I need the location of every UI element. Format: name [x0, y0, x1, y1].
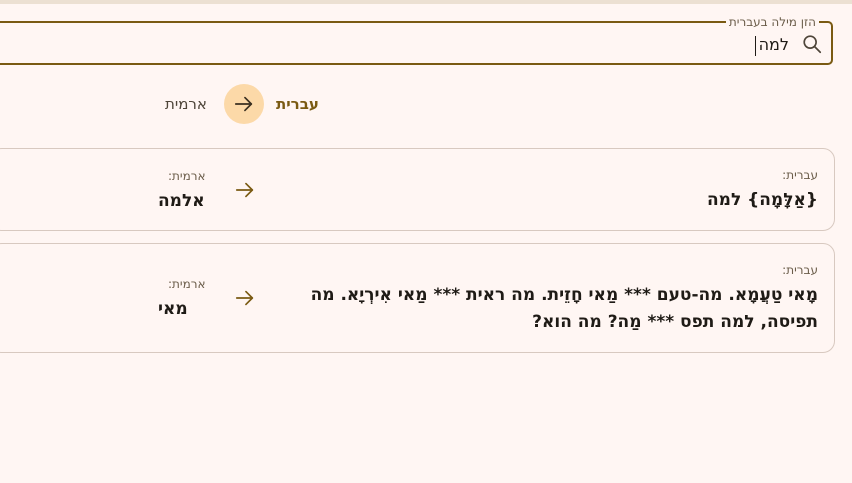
arrow-right-icon	[235, 182, 254, 198]
target-label: ארמית:	[168, 277, 206, 291]
source-text: {אַלָּמָה} למה	[706, 190, 818, 210]
target-text: מאי	[158, 299, 188, 319]
swap-languages-button[interactable]	[224, 84, 264, 124]
source-label: עברית:	[782, 263, 818, 277]
arrow-right-icon	[234, 96, 253, 112]
top-bar	[0, 0, 852, 4]
source-text: מָאי טַעֲמָא. מה-טעם *** מַאי חָזֵית. מה…	[310, 285, 818, 332]
text-caret	[755, 36, 756, 56]
search-input[interactable]: למה	[759, 34, 789, 56]
arrow-right-icon	[235, 290, 254, 306]
result-card[interactable]: עברית: {אַלָּמָה} למה ארמית: אלמה	[0, 148, 835, 231]
source-label: עברית:	[782, 168, 818, 182]
search-legend: הזן מילה בעברית	[725, 14, 819, 30]
result-card[interactable]: עברית: מָאי טַעֲמָא. מה-טעם *** מַאי חָז…	[0, 243, 835, 353]
target-label: ארמית:	[168, 169, 206, 183]
source-language[interactable]: עברית	[276, 94, 319, 114]
language-selector: עברית ארמית	[0, 84, 852, 124]
search-icon[interactable]	[801, 33, 823, 55]
search-field[interactable]: הזן מילה בעברית למה	[0, 14, 833, 65]
target-language[interactable]: ארמית	[165, 94, 207, 114]
target-text: אלמה	[158, 191, 205, 211]
